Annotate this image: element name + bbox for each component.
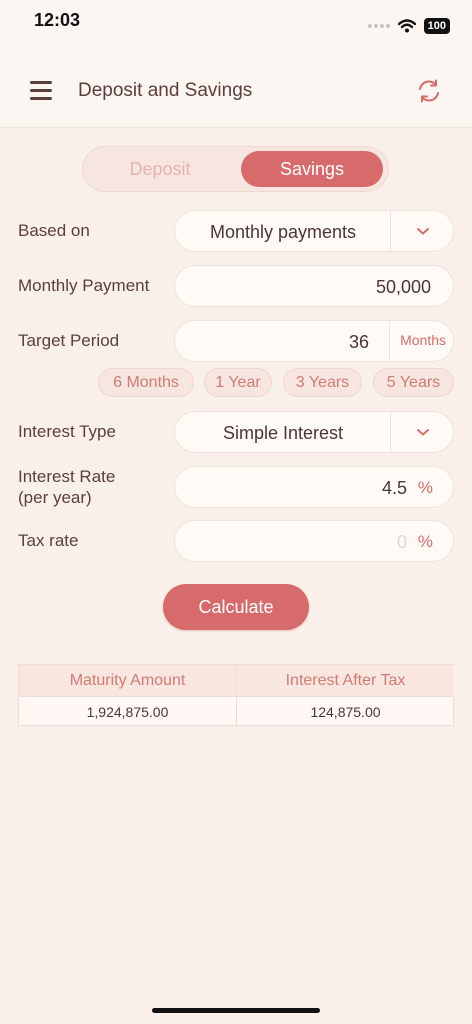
- tab-deposit[interactable]: Deposit: [89, 151, 231, 187]
- based-on-select[interactable]: Monthly payments: [174, 210, 454, 252]
- percent-unit: %: [417, 532, 433, 551]
- interest-after-tax-value: 124,875.00: [237, 696, 454, 726]
- maturity-amount-value: 1,924,875.00: [19, 696, 236, 726]
- monthly-payment-input[interactable]: 50,000: [174, 265, 454, 307]
- interest-rate-input[interactable]: 4.5 %: [174, 466, 454, 508]
- tab-savings[interactable]: Savings: [241, 151, 383, 187]
- signal-dots-icon: [367, 24, 390, 28]
- based-on-label: Based on: [18, 221, 90, 240]
- home-indicator: [152, 1008, 320, 1013]
- divider: [390, 211, 391, 251]
- based-on-value: Monthly payments: [209, 222, 357, 242]
- wifi-icon: [397, 19, 416, 33]
- page-title: Deposit and Savings: [78, 80, 253, 101]
- interest-rate-label: Interest Rate (per year): [18, 466, 115, 508]
- deposit-savings-segment: Deposit Savings: [82, 146, 389, 192]
- monthly-payment-value: 50,000: [375, 277, 431, 297]
- tax-rate-label: Tax rate: [18, 531, 79, 550]
- battery-indicator: 100: [423, 18, 450, 34]
- interest-type-select[interactable]: Simple Interest: [174, 411, 454, 453]
- chevron-down-icon[interactable]: [415, 225, 431, 237]
- interest-after-tax-header: Interest After Tax: [237, 665, 454, 696]
- divider: [390, 412, 391, 452]
- percent-unit: %: [417, 478, 433, 497]
- period-chips: 6 Months 1 Year 3 Years 5 Years: [98, 368, 454, 398]
- tax-rate-placeholder: 0: [396, 532, 407, 552]
- app-header: Deposit and Savings: [0, 48, 472, 128]
- interest-rate-value: 4.5: [381, 478, 407, 498]
- hamburger-menu-icon[interactable]: [30, 81, 52, 100]
- result-table: Maturity Amount Interest After Tax 1,924…: [18, 664, 454, 727]
- target-period-label: Target Period: [18, 331, 120, 350]
- interest-rate-label-line1: Interest Rate: [18, 467, 116, 486]
- column-divider: [236, 665, 237, 727]
- chip-1-year[interactable]: 1 Year: [204, 368, 272, 397]
- chip-5-years[interactable]: 5 Years: [373, 368, 454, 397]
- tax-rate-input[interactable]: 0 %: [174, 520, 454, 562]
- status-time: 12:03: [34, 10, 81, 30]
- status-icons: 100: [367, 18, 450, 34]
- status-bar: 12:03 100: [0, 0, 472, 48]
- target-period-value: 36: [348, 332, 369, 352]
- target-period-input[interactable]: 36 Months: [174, 320, 454, 362]
- refresh-icon[interactable]: [416, 78, 442, 104]
- interest-type-value: Simple Interest: [222, 423, 344, 443]
- months-unit: Months: [400, 332, 446, 348]
- maturity-amount-header: Maturity Amount: [19, 665, 236, 696]
- interest-type-label: Interest Type: [18, 422, 116, 441]
- divider: [389, 321, 390, 361]
- chip-3-years[interactable]: 3 Years: [283, 368, 362, 397]
- monthly-payment-label: Monthly Payment: [18, 276, 150, 295]
- chevron-down-icon[interactable]: [415, 426, 431, 438]
- calculate-button[interactable]: Calculate: [163, 584, 309, 630]
- interest-rate-label-line2: (per year): [18, 488, 92, 507]
- chip-6-months[interactable]: 6 Months: [98, 368, 194, 397]
